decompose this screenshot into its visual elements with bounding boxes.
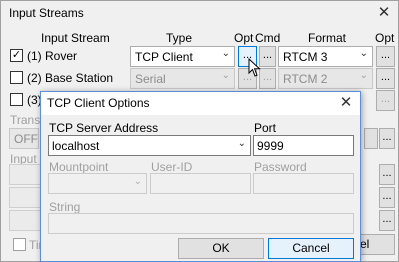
mountpoint-select[interactable]: ⌄ [48,173,147,194]
stream-2-format-opt-button[interactable]: ... [376,68,395,89]
stream-1-format-select[interactable]: RTCM 3 ⌄ [278,46,373,67]
window-title: Input Streams [9,6,84,20]
string-input[interactable] [48,213,354,234]
cancel-button[interactable]: Cancel [268,238,354,259]
header-cmd: Cmd [255,31,281,45]
transmit-opt-button[interactable]: ... [379,128,395,149]
chevron-down-icon: ⌄ [359,48,368,59]
chevron-down-icon: ⌄ [359,70,368,81]
stream-1-type-select[interactable]: TCP Client ⌄ [130,46,235,67]
transmit-select[interactable]: OFF [9,128,39,149]
port-value: 9999 [257,139,284,153]
stream-1-label: (1) Rover [27,49,78,63]
transmit-side-button[interactable] [364,128,378,149]
checkmark-icon: ✓ [11,49,22,61]
chevron-down-icon: ⌄ [221,48,230,59]
header-opt-2: Opt [375,31,395,45]
header-format: Format [308,31,347,45]
stream-2-type-select[interactable]: Serial ⌄ [130,68,235,89]
stream-1-format-value: RTCM 3 [283,50,328,64]
server-address-label: TCP Server Address [49,121,159,135]
close-icon[interactable]: ✕ [375,5,393,21]
header-opt: Opt [234,31,254,45]
time-checkbox[interactable] [13,238,26,251]
stream-2-type-value: Serial [135,72,166,86]
chevron-down-icon: ⌄ [221,70,230,81]
input-field-2[interactable] [9,187,41,208]
stream-2-checkbox[interactable] [10,71,23,84]
password-label: Password [254,160,307,174]
chevron-down-icon: ⌄ [237,138,246,149]
header-type: Type [166,31,193,45]
stream-1-type-value: TCP Client [135,50,193,64]
input-opt-button-3[interactable]: ... [379,210,395,231]
cancel-button-partial[interactable]: el [359,234,395,255]
server-address-input[interactable]: localhost ⌄ [48,135,251,156]
string-label: String [49,200,81,214]
stream-2-format-select[interactable]: RTCM 2 ⌄ [278,68,373,89]
ok-button[interactable]: OK [178,238,264,259]
mountpoint-label: Mountpoint [49,160,109,174]
cancel-button-partial-label: el [360,237,370,251]
userid-input[interactable] [150,173,251,194]
transmit-value: OFF [14,132,38,146]
stream-1-checkbox[interactable]: ✓ [10,49,23,62]
header-input-stream: Input Stream [41,31,110,45]
password-input[interactable] [253,173,354,194]
close-icon[interactable]: ✕ [337,94,355,112]
tcp-client-options-dialog: TCP Client Options ✕ TCP Server Address … [40,91,361,262]
input-field-1[interactable] [9,164,41,185]
stream-1-format-opt-button[interactable]: ... [376,46,395,67]
chevron-down-icon: ⌄ [133,176,142,187]
stream-2-format-value: RTCM 2 [283,72,328,86]
stream-3-format-opt-button[interactable]: ... [376,90,395,111]
input-field-3[interactable] [9,210,41,231]
input-opt-button-2[interactable]: ... [379,187,395,208]
port-label: Port [254,121,277,135]
stream-3-checkbox[interactable] [10,93,23,106]
stream-2-label: (2) Base Station [27,71,114,85]
input-opt-button-1[interactable]: ... [379,164,395,185]
server-address-value: localhost [52,139,100,153]
mouse-pointer-icon [248,58,261,77]
dialog-title: TCP Client Options [47,96,150,110]
port-input[interactable]: 9999 [253,135,354,156]
userid-label: User-ID [151,160,193,174]
